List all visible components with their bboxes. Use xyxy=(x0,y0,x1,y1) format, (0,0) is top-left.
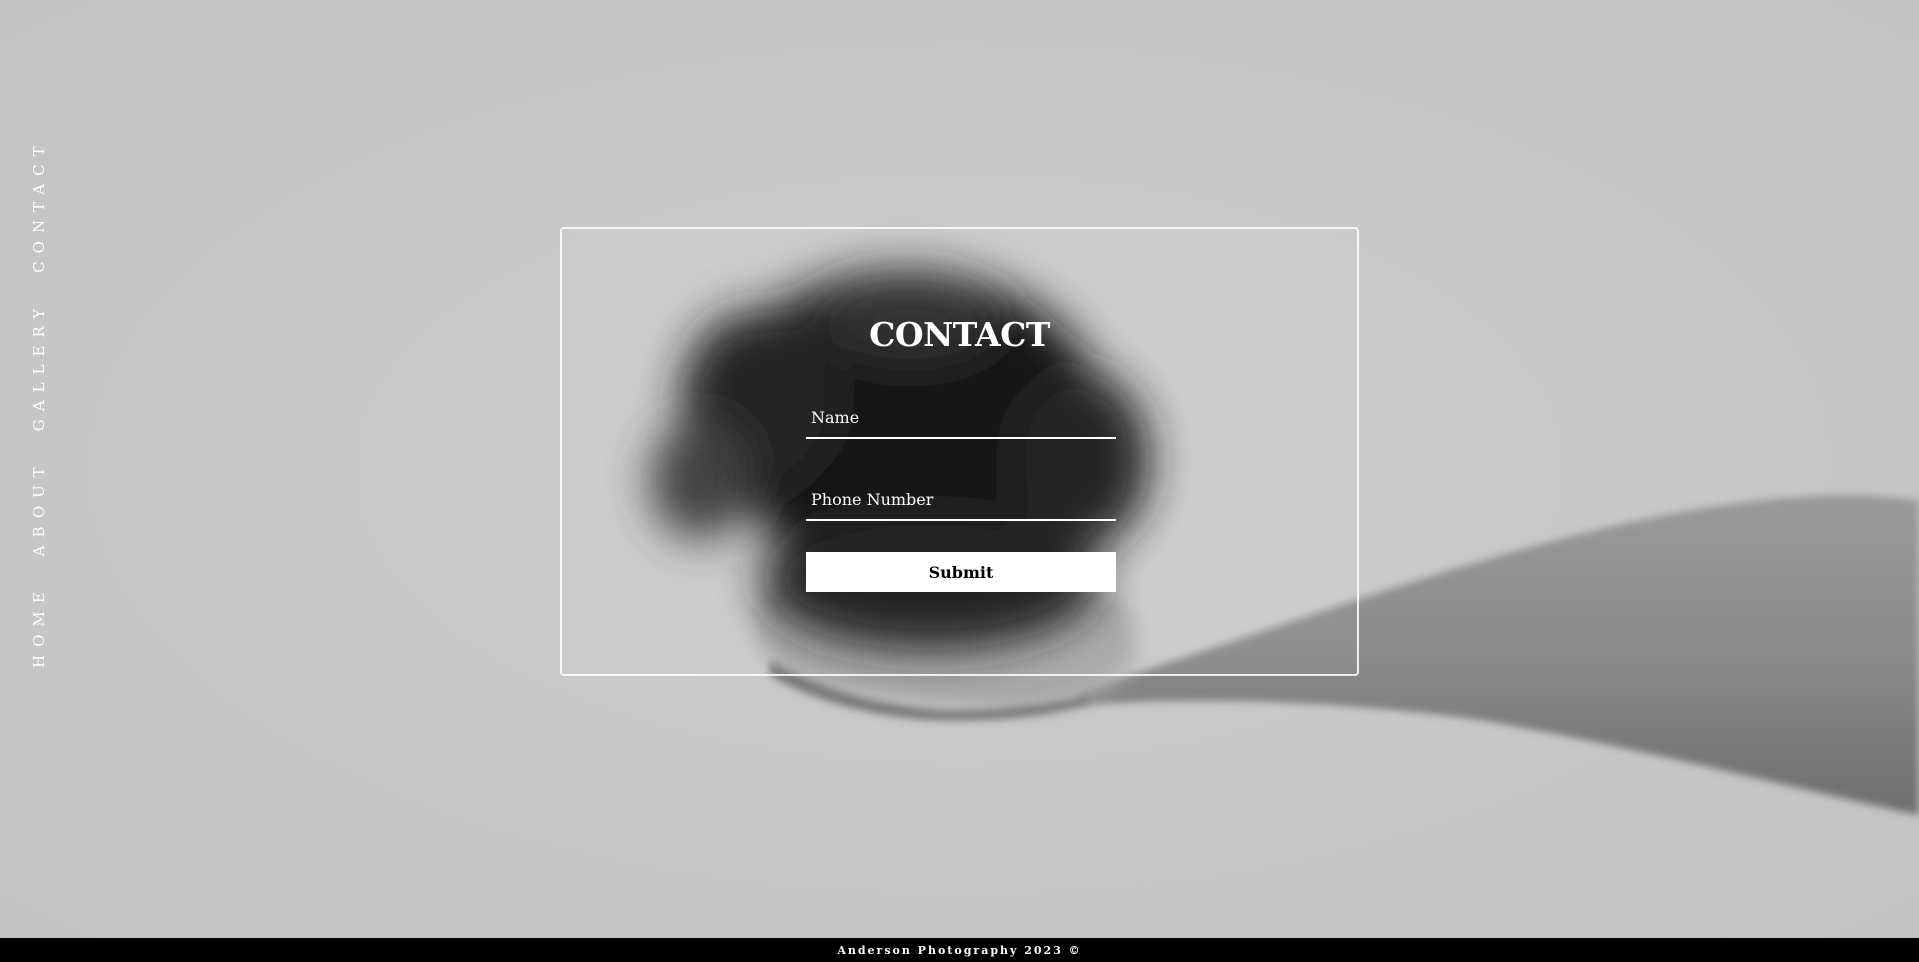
nav-link-about[interactable]: ABOUT xyxy=(27,459,51,556)
footer-copyright: Anderson Photography 2023 © xyxy=(837,943,1082,957)
side-nav: HOME ABOUT GALLERY CONTACT xyxy=(27,138,51,668)
submit-button[interactable]: Submit xyxy=(806,552,1116,592)
nav-link-contact[interactable]: CONTACT xyxy=(27,138,51,272)
contact-form-card: CONTACT Submit xyxy=(560,227,1359,676)
nav-link-gallery[interactable]: GALLERY xyxy=(27,301,51,431)
name-input[interactable] xyxy=(806,397,1116,439)
footer: Anderson Photography 2023 © xyxy=(0,938,1919,962)
contact-title: CONTACT xyxy=(869,315,1050,354)
phone-number-input[interactable] xyxy=(806,479,1116,521)
nav-link-home[interactable]: HOME xyxy=(27,584,51,668)
side-nav-list: HOME ABOUT GALLERY CONTACT xyxy=(27,138,51,668)
